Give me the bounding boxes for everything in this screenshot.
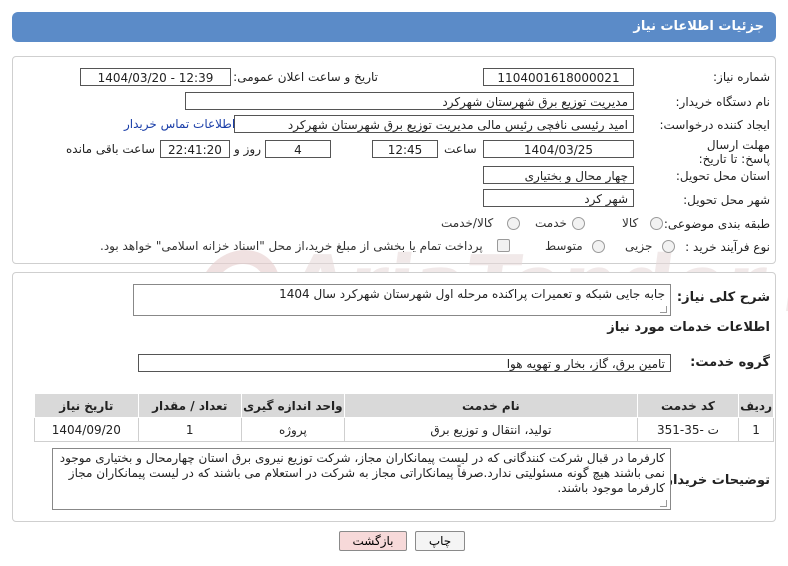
service-group-label: گروه خدمت: xyxy=(690,355,770,370)
category-service-label: خدمت xyxy=(535,216,567,230)
remaining-days-field: 4 xyxy=(265,140,331,158)
remaining-time-label: ساعت باقی مانده xyxy=(66,142,156,156)
category-service-radio[interactable] xyxy=(572,217,585,230)
remaining-time-field: 22:41:20 xyxy=(160,140,230,158)
purchase-process-label: نوع فرآیند خرید : xyxy=(685,240,770,254)
cell-service-code: ت -35-351 xyxy=(636,417,740,442)
treasury-bonds-checkbox[interactable] xyxy=(497,239,510,252)
announce-datetime-label: تاریخ و ساعت اعلان عمومی: xyxy=(233,70,378,84)
back-button[interactable]: بازگشت xyxy=(339,531,407,551)
table-row: 1 ت -35-351 تولید، انتقال و توزیع برق پر… xyxy=(34,417,774,442)
need-info-panel xyxy=(12,56,776,264)
process-medium-radio[interactable] xyxy=(592,240,605,253)
category-goods-service-label: کالا/خدمت xyxy=(441,216,494,230)
treasury-bonds-note: پرداخت تمام یا بخشی از مبلغ خرید،از محل … xyxy=(100,239,483,253)
buyer-org-label: نام دستگاه خریدار: xyxy=(675,95,771,109)
category-goods-service-radio[interactable] xyxy=(507,217,520,230)
need-summary-text: جابه جایی شبکه و تعمیرات پراکنده مرحله ا… xyxy=(279,287,665,301)
deadline-time-field: 12:45 xyxy=(372,140,438,158)
col-unit: واحد اندازه گیری xyxy=(240,393,345,418)
process-medium-label: متوسط xyxy=(545,239,583,253)
buyer-org-field: مدیریت توزیع برق شهرستان شهرکرد xyxy=(185,92,634,110)
request-creator-field: امید رئیسی نافچی رئیس مالی مدیریت توزیع … xyxy=(234,115,634,133)
services-section-title: اطلاعات خدمات مورد نیاز xyxy=(607,320,770,335)
cell-row: 1 xyxy=(738,417,774,442)
need-number-label: شماره نیاز: xyxy=(713,70,770,84)
services-table-header: ردیف کد خدمت نام خدمت واحد اندازه گیری ت… xyxy=(34,393,774,418)
col-quantity: تعداد / مقدار xyxy=(137,393,242,418)
category-goods-label: کالا xyxy=(622,216,639,230)
buyer-notes-label: توضیحات خریدار: xyxy=(660,473,770,488)
buyer-notes-text: کارفرما در قبال شرکت کنندگانی که در لیست… xyxy=(59,451,665,495)
remaining-days-label: روز و xyxy=(234,142,261,156)
request-creator-label: ایجاد کننده درخواست: xyxy=(659,118,770,132)
col-row: ردیف xyxy=(738,393,774,418)
delivery-city-label: شهر محل تحویل: xyxy=(683,193,770,207)
process-minor-label: جزیی xyxy=(625,239,653,253)
deadline-time-label: ساعت xyxy=(444,142,477,156)
col-service-code: کد خدمت xyxy=(636,393,740,418)
cell-service-name: تولید، انتقال و توزیع برق xyxy=(343,417,638,442)
cell-unit: پروژه xyxy=(240,417,345,442)
col-service-name: نام خدمت xyxy=(343,393,638,418)
page-title: جزئیات اطلاعات نیاز xyxy=(12,12,776,42)
need-summary-label: شرح کلی نیاز: xyxy=(676,290,770,305)
category-goods-radio[interactable] xyxy=(650,217,663,230)
notes-resize-handle-icon[interactable] xyxy=(660,500,667,507)
services-table: ردیف کد خدمت نام خدمت واحد اندازه گیری ت… xyxy=(34,393,774,442)
delivery-city-field: شهر کرد xyxy=(483,189,634,207)
deadline-label: مهلت ارسال پاسخ: تا تاریخ: xyxy=(698,138,770,166)
cell-quantity: 1 xyxy=(137,417,242,442)
service-group-field: تامین برق، گاز، بخار و تهویه هوا xyxy=(138,354,671,372)
need-number-field: 1104001618000021 xyxy=(483,68,634,86)
resize-handle-icon[interactable] xyxy=(660,306,667,313)
delivery-province-field: چهار محال و بختیاری xyxy=(483,166,634,184)
delivery-province-label: استان محل تحویل: xyxy=(675,169,770,183)
buyer-notes-field: کارفرما در قبال شرکت کنندگانی که در لیست… xyxy=(52,448,671,510)
buyer-contact-link[interactable]: اطلاعات تماس خریدار xyxy=(124,117,235,131)
announce-datetime-field: 1404/03/20 - 12:39 xyxy=(80,68,231,86)
process-minor-radio[interactable] xyxy=(662,240,675,253)
need-summary-field: جابه جایی شبکه و تعمیرات پراکنده مرحله ا… xyxy=(133,284,671,316)
print-button[interactable]: چاپ xyxy=(415,531,465,551)
deadline-date-field: 1404/03/25 xyxy=(483,140,634,158)
col-need-date: تاریخ نیاز xyxy=(34,393,139,418)
cell-need-date: 1404/09/20 xyxy=(34,417,139,442)
category-label: طبقه بندی موضوعی: xyxy=(663,217,770,231)
